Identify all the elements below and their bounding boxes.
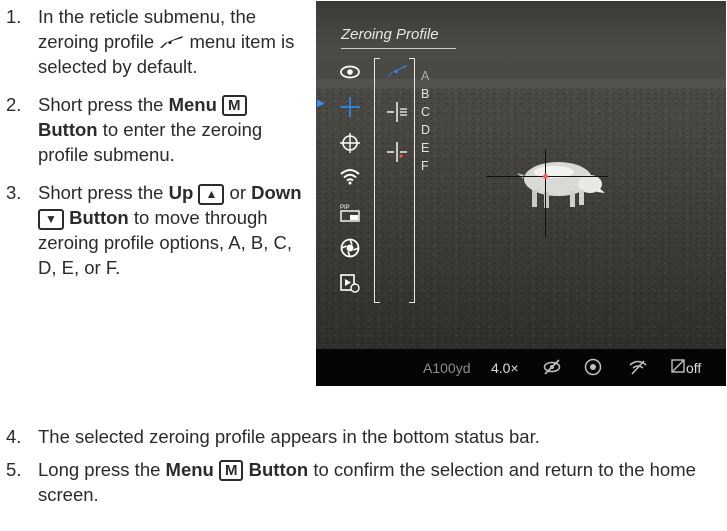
target-icon[interactable] bbox=[338, 133, 362, 157]
step-4: 4. The selected zeroing profile appears … bbox=[4, 424, 724, 449]
wifi-off-icon bbox=[629, 359, 647, 378]
step-2: 2. Short press the Menu M Button to ente… bbox=[4, 92, 304, 167]
svg-text:PIP: PIP bbox=[340, 205, 350, 211]
step-number: 5. bbox=[6, 459, 22, 480]
aperture-icon[interactable] bbox=[338, 238, 362, 262]
profile-option-d[interactable]: D bbox=[421, 121, 430, 139]
title-underline bbox=[341, 48, 456, 49]
status-zeroing-profile: A100yd bbox=[423, 360, 471, 376]
wifi-icon[interactable] bbox=[338, 168, 362, 192]
step-text: Short press the Menu M Button to enter t… bbox=[38, 94, 263, 165]
zeroing-profile-list: A B C D E F bbox=[421, 67, 430, 175]
status-zoom: 4.0× bbox=[491, 360, 519, 376]
step-1: 1. In the reticle submenu, the zeroing p… bbox=[4, 4, 304, 79]
status-bar: A100yd 4.0× off bbox=[316, 349, 726, 386]
profile-option-f[interactable]: F bbox=[421, 157, 430, 175]
video-icon[interactable] bbox=[338, 273, 362, 297]
step-number: 4. bbox=[6, 426, 22, 447]
reticle-type-icon-2[interactable] bbox=[386, 141, 408, 168]
screen-title: Zeroing Profile bbox=[341, 26, 439, 43]
step-text: The selected zeroing profile appears in … bbox=[38, 426, 540, 447]
step-5: 5. Long press the Menu M Button to confi… bbox=[4, 457, 724, 507]
down-key-icon: ▼ bbox=[38, 209, 64, 230]
profile-option-b[interactable]: B bbox=[421, 85, 430, 103]
step-text: Short press the Up ▲ or Down ▼ Button to… bbox=[38, 182, 302, 278]
rifle-icon bbox=[160, 36, 184, 48]
menu-key-icon: M bbox=[218, 460, 244, 481]
submenu-bracket-left bbox=[374, 58, 380, 303]
menu-key-icon: M bbox=[222, 95, 247, 116]
zeroing-rifle-icon[interactable] bbox=[386, 63, 408, 84]
profile-option-a[interactable]: A bbox=[421, 67, 430, 85]
profile-option-c[interactable]: C bbox=[421, 103, 430, 121]
recording-off-icon bbox=[671, 359, 686, 377]
profile-option-e[interactable]: E bbox=[421, 139, 430, 157]
eye-off-icon bbox=[543, 359, 561, 378]
selection-arrow-icon: ▶ bbox=[317, 98, 325, 109]
up-key-icon: ▲ bbox=[198, 184, 225, 205]
step-number: 3. bbox=[6, 182, 22, 203]
step-text: Long press the Menu M Button to confirm … bbox=[38, 459, 696, 505]
step-3: 3. Short press the Up ▲ or Down ▼ Button… bbox=[4, 180, 304, 280]
step-number: 2. bbox=[6, 94, 22, 115]
reticle-center-dot bbox=[543, 174, 548, 179]
status-recording-off: off bbox=[686, 360, 702, 376]
reticle-type-icon-1[interactable] bbox=[386, 101, 408, 128]
reticle-vertical-line bbox=[545, 149, 546, 237]
step-text: In the reticle submenu, the zeroing prof… bbox=[38, 6, 295, 77]
step-number: 1. bbox=[6, 6, 22, 27]
instruction-steps-bottom: 4. The selected zeroing profile appears … bbox=[4, 424, 724, 515]
wild-hog-thermal-image bbox=[517, 162, 605, 208]
aperture-status-icon bbox=[584, 358, 602, 379]
device-screen: Zeroing Profile ▶ PIP A B C D E F A100yd… bbox=[316, 1, 726, 386]
submenu-bracket-right bbox=[409, 58, 415, 303]
instruction-steps-top: 1. In the reticle submenu, the zeroing p… bbox=[4, 4, 304, 293]
crosshair-icon[interactable] bbox=[338, 96, 362, 120]
eye-icon[interactable] bbox=[338, 63, 362, 87]
pip-icon[interactable]: PIP bbox=[338, 203, 362, 227]
